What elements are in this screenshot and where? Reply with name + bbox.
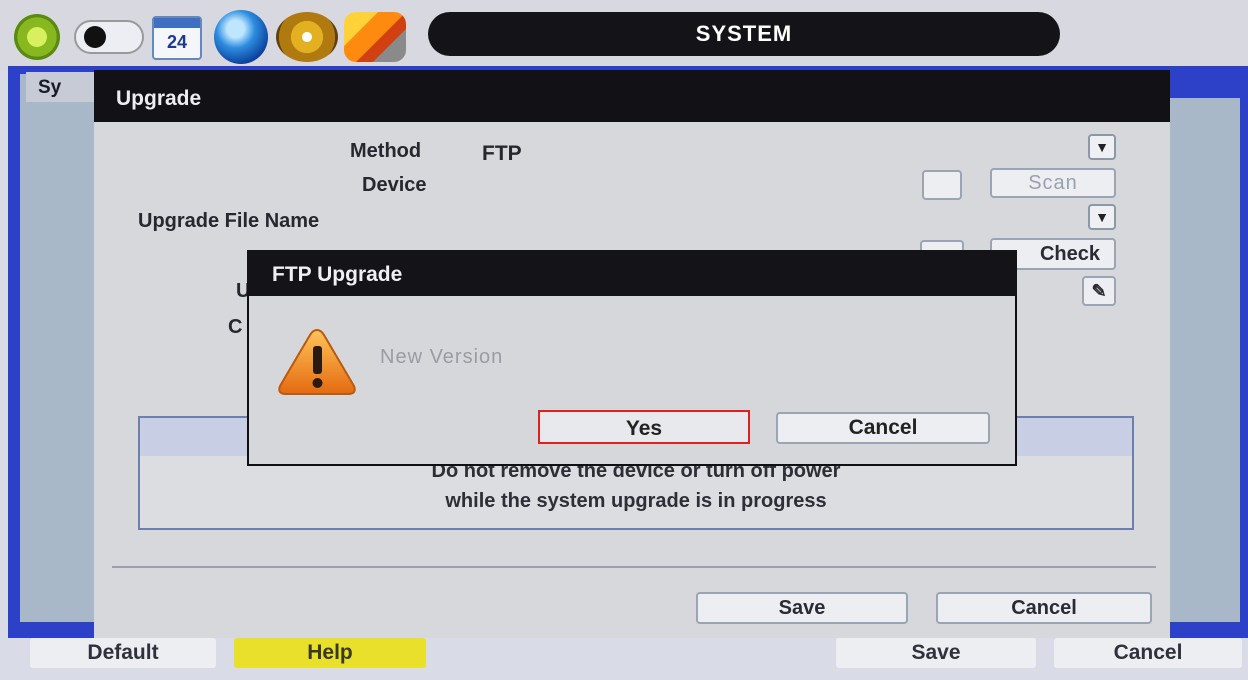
gear-icon[interactable] [14, 14, 60, 60]
upgrade-cancel-button[interactable]: Cancel [936, 592, 1152, 624]
toggle-icon[interactable] [74, 20, 144, 54]
yes-button[interactable]: Yes [538, 410, 750, 444]
upgrade-title: Upgrade [116, 87, 202, 110]
method-value[interactable]: FTP [482, 142, 522, 166]
save-button[interactable]: Save [836, 638, 1036, 668]
chevron-down-icon: ▼ [1095, 209, 1109, 225]
edit-button[interactable]: ✎ [1082, 276, 1116, 306]
method-label: Method [350, 140, 422, 162]
default-button[interactable]: Default [30, 638, 216, 668]
upgrade-title-bar [94, 70, 1170, 122]
cancel-button[interactable]: Cancel [1054, 638, 1242, 668]
help-button[interactable]: Help [234, 638, 426, 668]
file-name-dropdown-button[interactable]: ▼ [1088, 204, 1116, 230]
device-label: Device [362, 174, 427, 196]
pencil-icon: ✎ [1091, 281, 1107, 301]
right-panel [1168, 98, 1240, 622]
disc-icon[interactable] [276, 12, 338, 62]
partial-label-c: C [228, 316, 243, 338]
tools-icon[interactable] [344, 12, 406, 62]
scan-button[interactable]: Scan [990, 168, 1116, 198]
calendar-icon[interactable]: 24 [152, 16, 202, 60]
warning-icon [278, 328, 356, 395]
chevron-down-icon: ▼ [1095, 139, 1109, 155]
upgrade-save-button[interactable]: Save [696, 592, 908, 624]
method-dropdown-button[interactable]: ▼ [1088, 134, 1116, 160]
calendar-date-text: 24 [166, 32, 188, 52]
left-panel [20, 74, 94, 622]
dialog-cancel-button[interactable]: Cancel [776, 412, 990, 444]
device-select[interactable] [922, 170, 962, 200]
dialog-title: FTP Upgrade [272, 263, 403, 286]
warning-line-2: while the system upgrade is in progress [445, 490, 827, 512]
background-tab-label: Sy [38, 77, 62, 98]
dialog-message: New Version [380, 346, 504, 368]
divider [112, 566, 1156, 568]
upgrade-file-name-label: Upgrade File Name [138, 210, 320, 232]
top-bar: 24 SYSTEM [0, 0, 1248, 70]
page-title: SYSTEM [428, 12, 1060, 56]
network-globe-icon[interactable] [214, 10, 268, 64]
